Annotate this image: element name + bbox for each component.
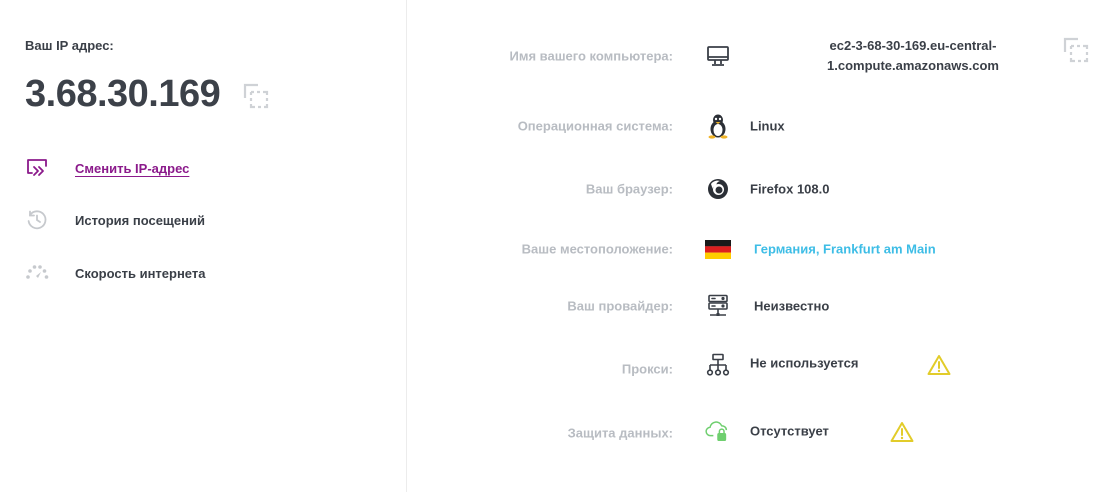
- location-row: Ваше местоположение: Германия, Frankfurt…: [408, 229, 1107, 269]
- ip-label: Ваш IP адрес:: [25, 38, 114, 53]
- provider-value: Неизвестно: [754, 298, 830, 314]
- proxy-warning-icon: [927, 354, 951, 376]
- ip-info-page: Ваш IP адрес: 3.68.30.169 Сменить IP-адр…: [0, 0, 1107, 492]
- speed-test-link[interactable]: Скорость интернета: [25, 259, 205, 287]
- history-link[interactable]: История посещений: [25, 206, 205, 234]
- change-ip-link[interactable]: Сменить IP-адрес: [25, 154, 189, 182]
- left-panel: Ваш IP адрес: 3.68.30.169 Сменить IP-адр…: [0, 0, 407, 492]
- network-icon: [705, 352, 731, 378]
- browser-value: Firefox 108.0: [750, 181, 830, 197]
- cloud-lock-icon: [705, 418, 731, 444]
- browser-row: Ваш браузер: Firefox 108.0: [408, 169, 1107, 209]
- copy-hostname-icon[interactable]: [1062, 36, 1090, 64]
- speedometer-icon: [25, 261, 49, 285]
- protection-label: Защита данных:: [567, 425, 673, 441]
- history-label: История посещений: [75, 212, 205, 228]
- change-ip-label: Сменить IP-адрес: [75, 160, 190, 176]
- proxy-value: Не используется: [750, 355, 859, 371]
- os-value: Linux: [750, 118, 785, 134]
- provider-label: Ваш провайдер:: [567, 298, 673, 314]
- change-ip-icon: [25, 156, 49, 180]
- protection-warning-icon: [890, 421, 914, 443]
- protection-row: Защита данных: Отсутствует: [408, 411, 1107, 451]
- os-row: Операционная система: Linux: [408, 106, 1107, 146]
- location-value[interactable]: Германия, Frankfurt am Main: [754, 242, 936, 257]
- copy-ip-icon[interactable]: [242, 82, 270, 110]
- history-icon: [25, 208, 49, 232]
- germany-flag-icon: [705, 236, 731, 262]
- speed-test-label: Скорость интернета: [75, 265, 206, 281]
- os-label: Операционная система:: [517, 118, 673, 134]
- location-label: Ваше местоположение:: [521, 241, 673, 257]
- ip-row: 3.68.30.169: [25, 70, 270, 118]
- computer-name-label: Имя вашего компьютера:: [509, 48, 673, 64]
- firefox-icon: [705, 176, 731, 202]
- provider-row: Ваш провайдер: Неизвестно: [408, 286, 1107, 326]
- protection-value: Отсутствует: [750, 423, 829, 439]
- computer-name-value: ec2-3-68-30-169.eu-central- 1.compute.am…: [827, 38, 999, 73]
- server-icon: [705, 293, 731, 319]
- proxy-row: Прокси: Не используется: [408, 345, 1107, 385]
- proxy-label: Прокси:: [621, 361, 673, 377]
- browser-label: Ваш браузер:: [585, 181, 673, 197]
- monitor-icon: [705, 43, 731, 69]
- ip-value: 3.68.30.169: [25, 72, 221, 115]
- linux-icon: [705, 113, 731, 139]
